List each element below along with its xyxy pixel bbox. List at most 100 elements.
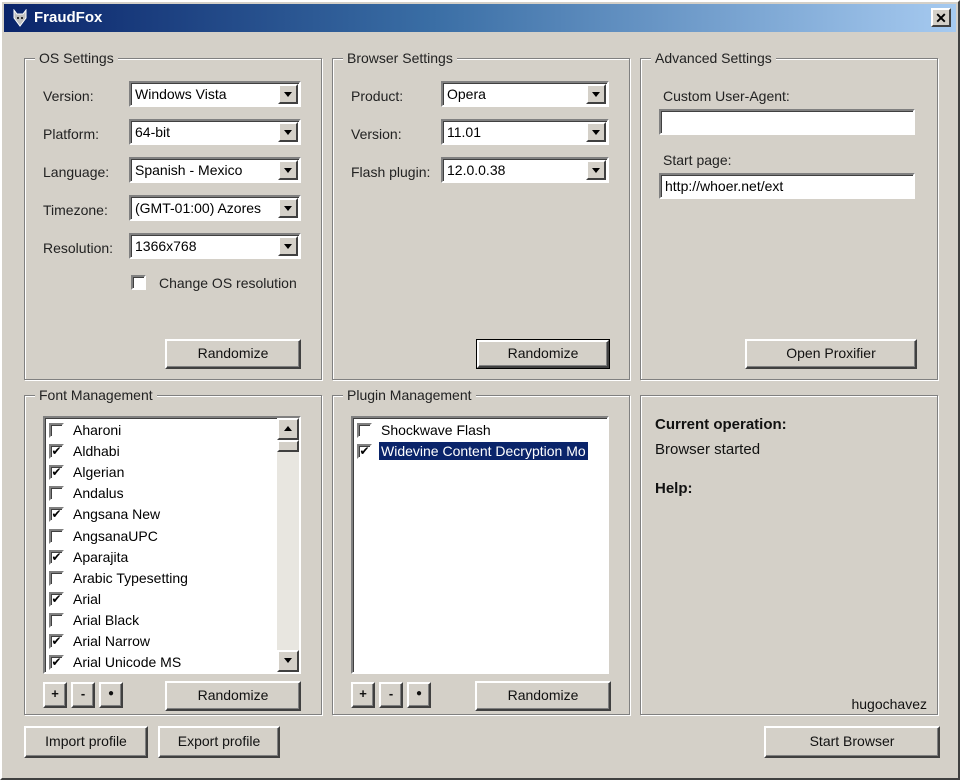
scroll-thumb[interactable]: [277, 440, 299, 452]
timezone-label: Timezone:: [43, 202, 108, 218]
start-page-input[interactable]: http://whoer.net/ext: [659, 173, 915, 199]
font-checkbox[interactable]: [49, 423, 64, 438]
all-fonts-button[interactable]: ●: [99, 682, 123, 708]
font-list-scrollbar[interactable]: [277, 418, 299, 672]
os-version-value: Windows Vista: [135, 86, 227, 102]
remove-plugin-button[interactable]: -: [379, 682, 403, 708]
plugin-randomize-button[interactable]: Randomize: [475, 681, 611, 711]
font-name: Aldhabi: [73, 443, 120, 460]
chevron-down-icon[interactable]: [278, 122, 298, 142]
current-operation-value: Browser started: [655, 441, 761, 458]
language-label: Language:: [43, 164, 110, 180]
browser-randomize-button[interactable]: Randomize: [476, 339, 610, 369]
font-list[interactable]: Aharoni ✔ Aldhabi ✔ Algerian Andalus ✔ Angsana …: [43, 416, 301, 674]
plugin-management-title: Plugin Management: [343, 386, 476, 404]
all-plugins-button[interactable]: ●: [407, 682, 431, 708]
font-name: Arial: [73, 590, 102, 607]
scroll-up-icon[interactable]: [277, 418, 299, 440]
font-management-title: Font Management: [35, 386, 157, 404]
resolution-value: 1366x768: [135, 238, 197, 254]
font-name: Arabic Typesetting: [73, 569, 188, 586]
import-profile-button[interactable]: Import profile: [24, 726, 148, 758]
open-proxifier-button[interactable]: Open Proxifier: [745, 339, 917, 369]
plugin-checkbox[interactable]: ✔: [357, 444, 372, 460]
language-select[interactable]: Spanish - Mexico: [129, 157, 301, 183]
os-version-label: Version:: [43, 88, 94, 104]
change-resolution-checkbox[interactable]: [131, 275, 146, 290]
username-label: hugochavez: [851, 696, 927, 712]
resolution-label: Resolution:: [43, 240, 114, 256]
font-checkbox[interactable]: [49, 486, 64, 502]
title-bar[interactable]: FraudFox ✕: [4, 4, 956, 32]
plugin-management-group: Plugin Management Shockwave Flash ✔ Widevi…: [332, 386, 630, 715]
browser-version-value: 11.01: [447, 124, 481, 140]
plugin-checkbox[interactable]: [357, 423, 372, 438]
font-checkbox[interactable]: [49, 528, 64, 544]
timezone-value: (GMT-01:00) Azores: [135, 200, 262, 216]
chevron-down-icon[interactable]: [586, 160, 606, 180]
flash-plugin-label: Flash plugin:: [351, 164, 431, 180]
fraudfox-window: FraudFox ✕ OS Settings Version: Windows …: [0, 0, 960, 780]
font-checkbox[interactable]: [49, 570, 64, 586]
font-checkbox[interactable]: ✔: [49, 444, 64, 460]
chevron-down-icon[interactable]: [278, 160, 298, 180]
browser-settings-title: Browser Settings: [343, 49, 457, 67]
font-checkbox[interactable]: ✔: [49, 591, 64, 607]
chevron-down-icon[interactable]: [278, 236, 298, 256]
scroll-down-icon[interactable]: [277, 650, 299, 672]
fox-icon: [13, 9, 27, 27]
flash-plugin-value: 12.0.0.38: [447, 162, 506, 178]
remove-font-button[interactable]: -: [71, 682, 95, 708]
font-checkbox[interactable]: [49, 612, 64, 628]
export-profile-button[interactable]: Export profile: [158, 726, 280, 758]
font-management-group: Font Management Aharoni ✔ Aldhabi ✔ Algerian…: [24, 386, 322, 715]
start-browser-button[interactable]: Start Browser: [764, 726, 940, 758]
platform-value: 64-bit: [135, 124, 171, 140]
resolution-select[interactable]: 1366x768: [129, 233, 301, 259]
plugin-name: Shockwave Flash: [381, 422, 491, 438]
user-agent-label: Custom User-Agent:: [663, 88, 790, 104]
chevron-down-icon[interactable]: [278, 198, 298, 218]
font-name: Andalus: [73, 485, 124, 502]
change-resolution-label: Change OS resolution: [159, 275, 297, 291]
advanced-settings-title: Advanced Settings: [651, 49, 776, 67]
timezone-select[interactable]: (GMT-01:00) Azores: [129, 195, 301, 221]
os-settings-group: OS Settings Version: Windows Vista Platf…: [24, 49, 322, 380]
browser-settings-group: Browser Settings Product: Opera Version:…: [332, 49, 630, 380]
os-settings-title: OS Settings: [35, 49, 118, 67]
plugin-list[interactable]: Shockwave Flash ✔ Widevine Content Decrypt…: [351, 416, 609, 674]
font-checkbox[interactable]: ✔: [49, 465, 64, 481]
chevron-down-icon[interactable]: [278, 84, 298, 104]
font-name: Aharoni: [73, 422, 122, 438]
browser-version-label: Version:: [351, 126, 402, 142]
font-name: AngsanaUPC: [73, 527, 158, 544]
close-button[interactable]: ✕: [931, 8, 951, 27]
flash-plugin-select[interactable]: 12.0.0.38: [441, 157, 609, 183]
browser-version-select[interactable]: 11.01: [441, 119, 609, 145]
font-name: Algerian: [73, 464, 125, 481]
font-name: Arial Black: [73, 611, 140, 628]
platform-select[interactable]: 64-bit: [129, 119, 301, 145]
font-checkbox[interactable]: ✔: [49, 634, 64, 649]
product-value: Opera: [447, 86, 486, 102]
advanced-settings-group: Advanced Settings Custom User-Agent: Sta…: [640, 49, 938, 380]
plugin-name: Widevine Content Decryption Mo: [378, 441, 589, 462]
os-version-select[interactable]: Windows Vista: [129, 81, 301, 107]
font-randomize-button[interactable]: Randomize: [165, 681, 301, 711]
add-plugin-button[interactable]: +: [351, 682, 375, 708]
font-name: Aparajita: [73, 548, 129, 565]
add-font-button[interactable]: +: [43, 682, 67, 708]
chevron-down-icon[interactable]: [586, 84, 606, 104]
product-select[interactable]: Opera: [441, 81, 609, 107]
font-checkbox[interactable]: ✔: [49, 507, 64, 523]
chevron-down-icon[interactable]: [586, 122, 606, 142]
help-label: Help:: [655, 480, 693, 497]
platform-label: Platform:: [43, 126, 100, 142]
font-checkbox[interactable]: ✔: [49, 549, 64, 565]
font-checkbox[interactable]: ✔: [49, 655, 64, 671]
os-randomize-button[interactable]: Randomize: [165, 339, 301, 369]
user-agent-input[interactable]: [659, 109, 915, 135]
window-title: FraudFox: [34, 9, 103, 26]
language-value: Spanish - Mexico: [135, 162, 243, 178]
product-label: Product:: [351, 88, 404, 104]
